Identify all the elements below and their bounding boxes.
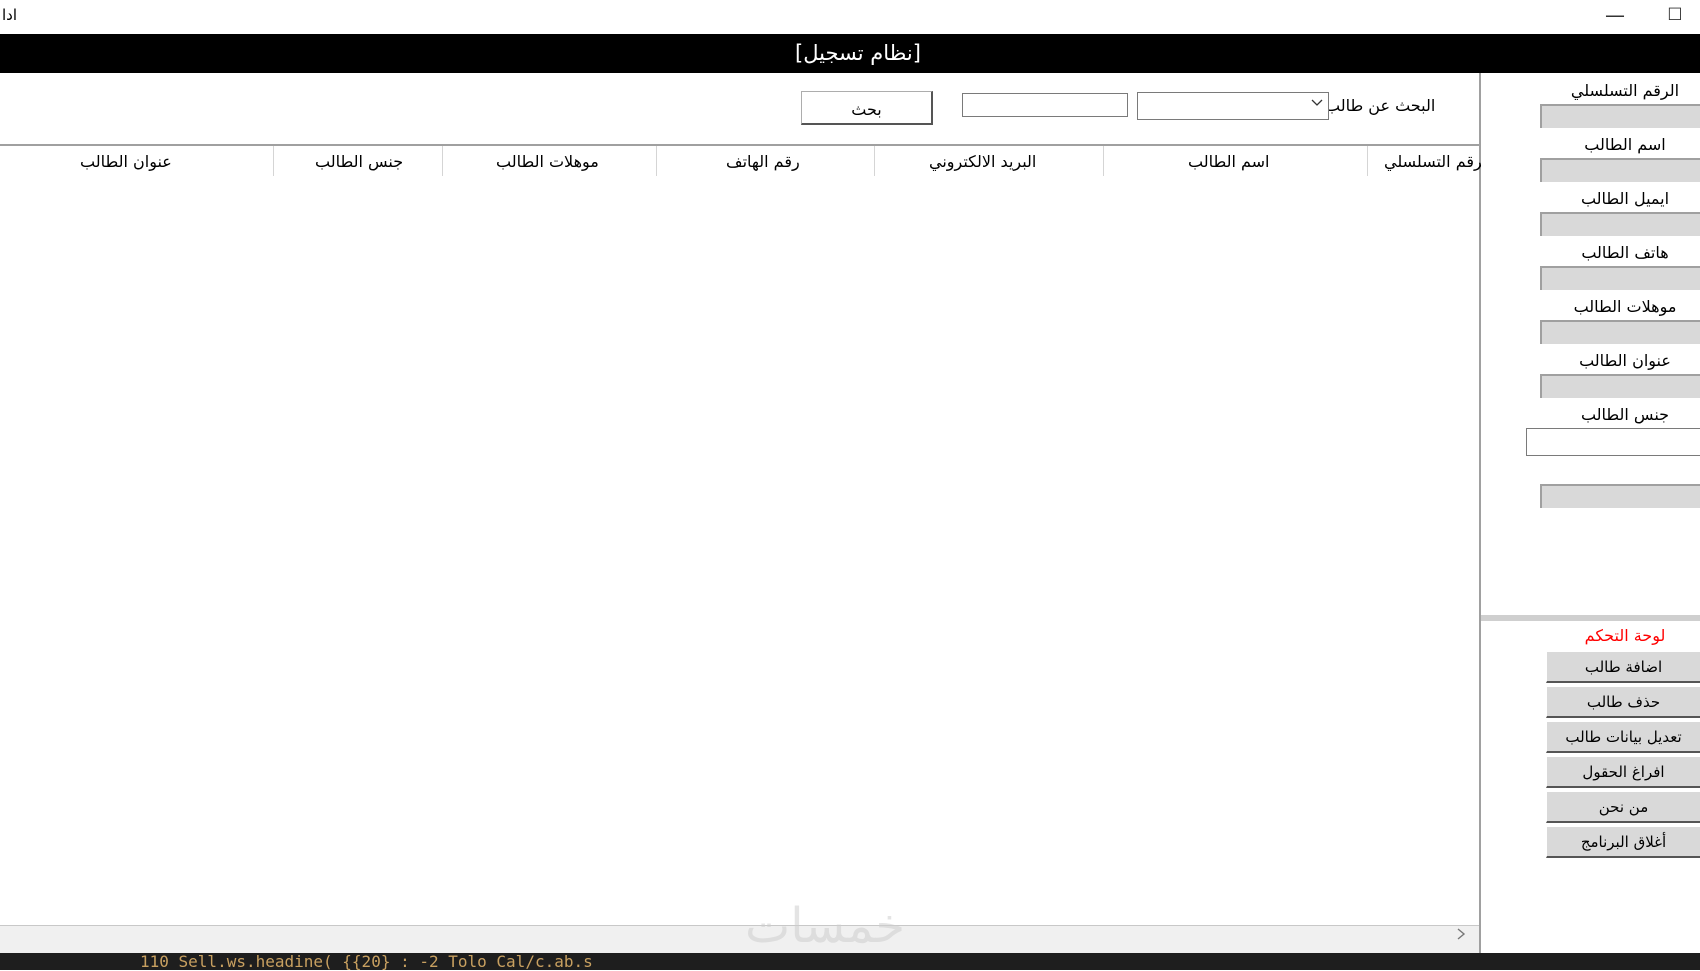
- column-header-name[interactable]: اسم الطالب: [1188, 152, 1270, 171]
- search-input[interactable]: [962, 93, 1128, 117]
- search-label: البحث عن طالب: [1325, 96, 1436, 115]
- column-header-gender[interactable]: جنس الطالب: [315, 152, 403, 171]
- minimize-button[interactable]: —: [1600, 2, 1630, 30]
- student-email-field[interactable]: [1540, 212, 1700, 236]
- maximize-button[interactable]: ☐: [1660, 2, 1690, 30]
- horizontal-scrollbar[interactable]: [0, 925, 1479, 954]
- search-button[interactable]: بحث: [801, 91, 933, 125]
- main-panel: [0, 73, 1481, 953]
- chevron-down-icon: [1311, 96, 1323, 112]
- column-separator[interactable]: [273, 146, 274, 176]
- about-us-button[interactable]: من نحن: [1546, 791, 1700, 823]
- control-panel-title: لوحة التحكم: [1584, 626, 1666, 645]
- student-phone-field[interactable]: [1540, 266, 1700, 290]
- column-header-qualifications[interactable]: موهلات الطالب: [496, 152, 599, 171]
- serial-label: الرقم التسلسلي: [1570, 81, 1680, 100]
- column-header-phone[interactable]: رقم الهاتف: [726, 152, 800, 171]
- student-email-label: ايميل الطالب: [1580, 189, 1670, 208]
- window-titlebar: [0, 0, 1700, 34]
- edit-student-button[interactable]: تعديل بيانات طالب: [1546, 721, 1700, 753]
- search-field-select[interactable]: [1137, 92, 1329, 120]
- column-header-serial[interactable]: الرقم التسلسلي: [1384, 152, 1492, 171]
- window-title: ادا: [2, 6, 18, 24]
- student-phone-label: هاتف الطالب: [1581, 243, 1669, 262]
- add-student-button[interactable]: اضافة طالب: [1546, 651, 1700, 683]
- chevron-right-icon[interactable]: [1455, 926, 1467, 945]
- column-separator[interactable]: [874, 146, 875, 176]
- student-qualifications-field[interactable]: [1540, 320, 1700, 344]
- student-gender-select[interactable]: [1526, 428, 1700, 456]
- extra-field[interactable]: [1540, 484, 1700, 508]
- delete-student-button[interactable]: حذف طالب: [1546, 686, 1700, 718]
- close-program-button[interactable]: أغلاق البرنامج: [1546, 826, 1700, 858]
- column-separator[interactable]: [656, 146, 657, 176]
- student-gender-label: جنس الطالب: [1580, 405, 1670, 424]
- page-title: [نظام تسجيل]: [795, 41, 921, 65]
- serial-field[interactable]: [1540, 104, 1700, 128]
- column-separator[interactable]: [1103, 146, 1104, 176]
- column-header-address[interactable]: عنوان الطالب: [80, 152, 172, 171]
- student-name-label: اسم الطالب: [1584, 135, 1666, 154]
- student-address-field[interactable]: [1540, 374, 1700, 398]
- panel-divider: [1481, 615, 1700, 621]
- grid-divider: [0, 144, 1479, 146]
- column-separator[interactable]: [442, 146, 443, 176]
- clear-fields-button[interactable]: افراغ الحقول: [1546, 756, 1700, 788]
- student-qualifications-label: موهلات الطالب: [1573, 297, 1677, 316]
- background-code-text: 110 Sell.ws.headine( {{20} : -2 Tolo Cal…: [140, 952, 593, 971]
- student-name-field[interactable]: [1540, 158, 1700, 182]
- watermark: خمسات: [745, 898, 906, 954]
- column-header-email[interactable]: البريد الالكتروني: [929, 152, 1036, 171]
- student-address-label: عنوان الطالب: [1579, 351, 1671, 370]
- column-separator[interactable]: [1367, 146, 1368, 176]
